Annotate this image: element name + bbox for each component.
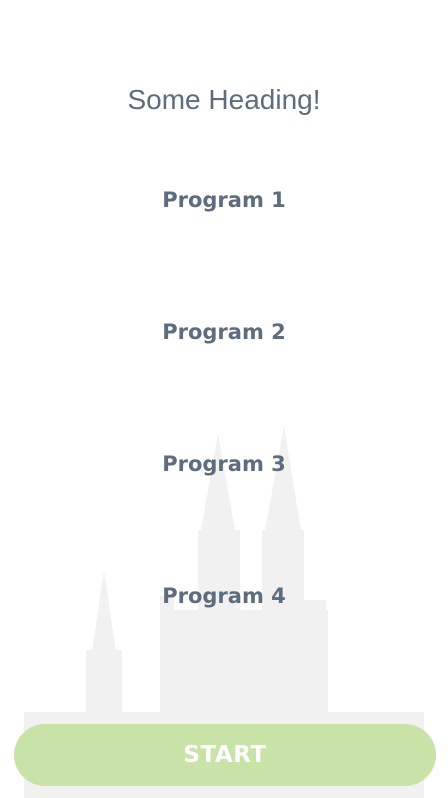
start-button[interactable]: START bbox=[14, 724, 436, 786]
program-item-3[interactable]: Program 3 bbox=[0, 452, 448, 476]
program-item-2[interactable]: Program 2 bbox=[0, 320, 448, 344]
page-heading: Some Heading! bbox=[127, 84, 321, 115]
program-item-1[interactable]: Program 1 bbox=[0, 188, 448, 212]
program-item-4[interactable]: Program 4 bbox=[0, 584, 448, 608]
